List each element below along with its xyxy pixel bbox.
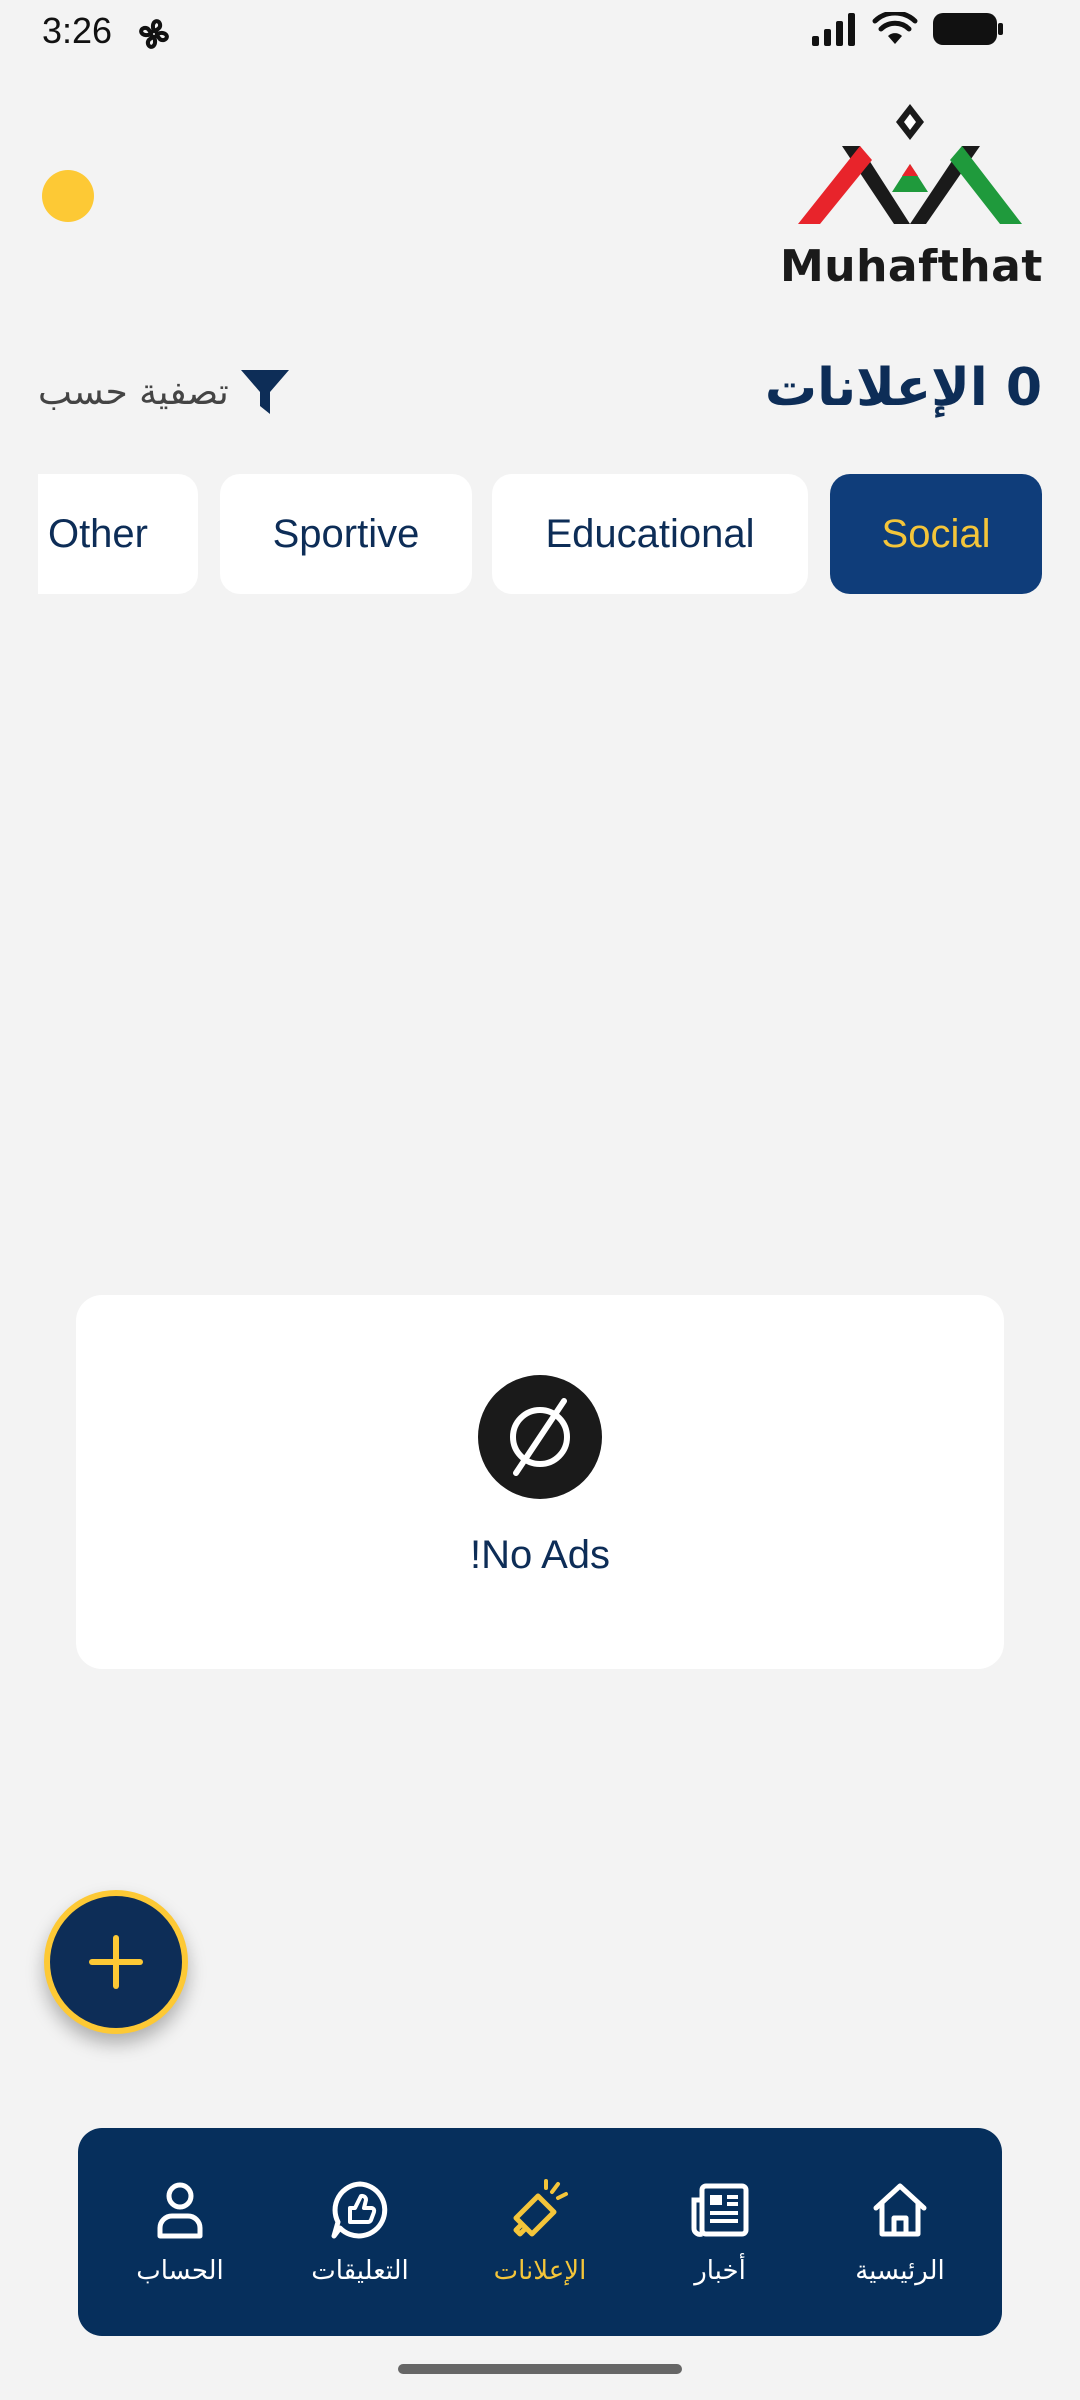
empty-state-card: !No Ads (76, 1295, 1004, 1669)
nav-label-home: الرئيسية (855, 2256, 945, 2286)
chip-other[interactable]: Other (38, 474, 198, 594)
home-icon (873, 2183, 927, 2237)
ads-count-title: 0 الإعلانات (764, 358, 1042, 418)
nav-label-ads: الإعلانات (493, 2256, 587, 2286)
empty-set-icon (478, 1375, 602, 1499)
nav-item-home[interactable]: الرئيسية (815, 2178, 985, 2286)
nav-label-account: الحساب (136, 2256, 224, 2286)
home-indicator (398, 2364, 682, 2374)
nav-label-comments: التعليقات (311, 2256, 409, 2286)
logo-mark (798, 104, 1022, 224)
app-logo: Muhafthat (780, 100, 1043, 300)
battery-icon (933, 13, 1003, 45)
bottom-nav: الرئيسية أخبار الإعلانات التعليقات الحسا… (78, 2128, 1002, 2336)
status-bar: 3:26 (0, 0, 1080, 66)
notification-dot[interactable] (42, 170, 94, 222)
plus-icon (89, 1935, 143, 1989)
status-icons (810, 12, 1004, 46)
user-icon (157, 2182, 203, 2239)
nav-label-news: أخبار (694, 2256, 746, 2286)
status-time: 3:26 (42, 10, 113, 51)
logo-text: Muhafthat (780, 241, 1043, 292)
nav-item-ads[interactable]: الإعلانات (455, 2178, 625, 2286)
nav-item-news[interactable]: أخبار (635, 2178, 805, 2286)
nav-item-comments[interactable]: التعليقات (275, 2178, 445, 2286)
wifi-icon (872, 12, 918, 44)
signal-icon (812, 13, 855, 46)
news-icon (691, 2183, 749, 2237)
category-chips: Social Educational Sportive Other (38, 474, 1042, 594)
chip-social[interactable]: Social (830, 474, 1042, 594)
add-ad-button[interactable] (44, 1890, 188, 2034)
nav-item-account[interactable]: الحساب (95, 2178, 265, 2286)
chip-sportive[interactable]: Sportive (220, 474, 472, 594)
fan-icon (139, 19, 169, 49)
filter-label: تصفية حسب (38, 371, 229, 413)
thumbs-up-chat-icon (331, 2181, 388, 2239)
filter-icon (240, 370, 289, 414)
megaphone-icon (513, 2179, 568, 2237)
chip-educational[interactable]: Educational (492, 474, 808, 594)
empty-state-message: !No Ads (469, 1533, 611, 1577)
filter-button[interactable]: تصفية حسب (38, 366, 291, 418)
